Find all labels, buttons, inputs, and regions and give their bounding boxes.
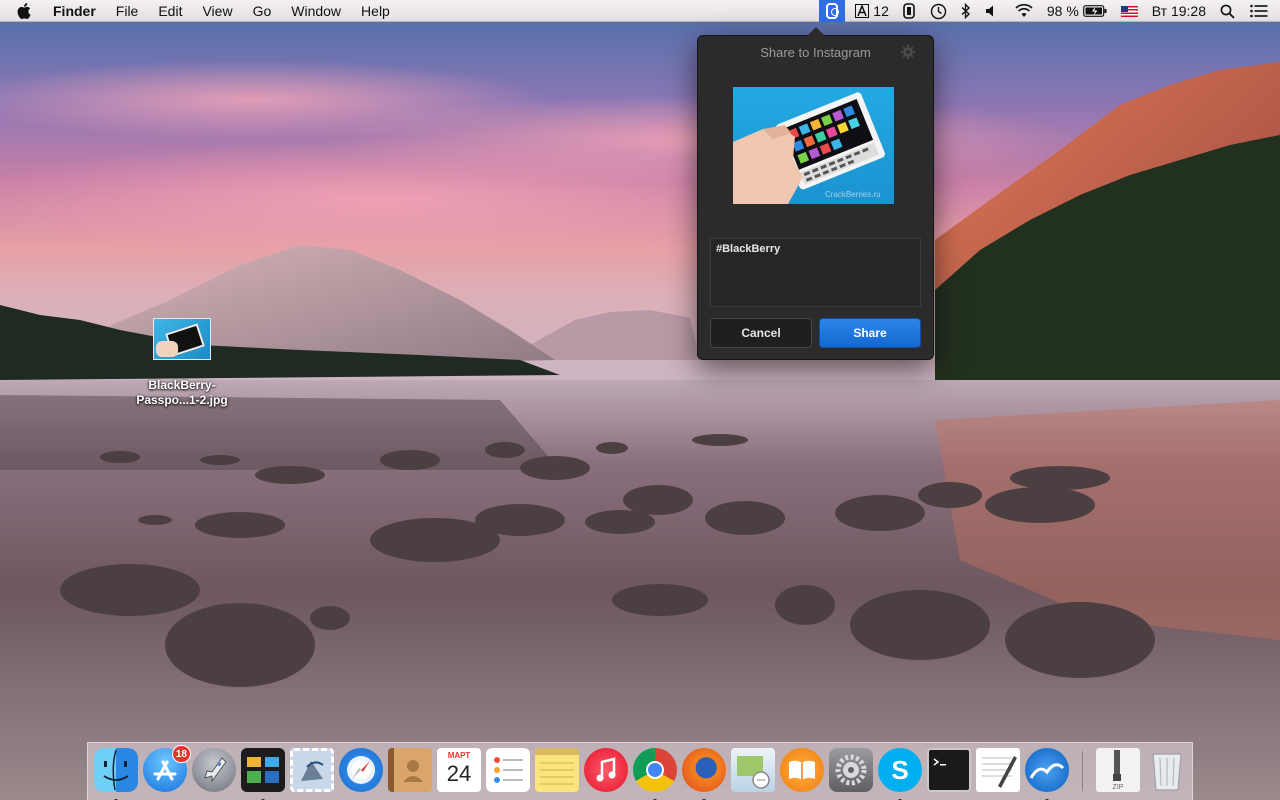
dock-item-textedit[interactable] xyxy=(976,748,1020,792)
preview-icon xyxy=(731,748,775,792)
gear-icon[interactable] xyxy=(901,45,915,59)
file-name-line-2: Passpo...1-2.jpg xyxy=(136,393,228,407)
battery-status[interactable]: 98 % xyxy=(1040,0,1114,22)
archive-icon: ZIP xyxy=(1096,748,1140,792)
dock-item-openoffice[interactable] xyxy=(1025,748,1069,800)
openoffice-icon xyxy=(1025,748,1069,792)
dock-item-notes[interactable] xyxy=(535,748,579,792)
ibooks-icon xyxy=(780,748,824,792)
cancel-button[interactable]: Cancel xyxy=(710,318,812,348)
font-a-icon xyxy=(855,4,870,18)
time-machine-icon[interactable] xyxy=(923,0,954,22)
dock-item-app-store[interactable]: 18 xyxy=(143,745,191,792)
share-button[interactable]: Share xyxy=(819,318,921,348)
share-to-instagram-popover: Share to Instagram CrackBerries.ru #Blac… xyxy=(697,27,934,360)
dock-item-mail[interactable] xyxy=(290,748,334,792)
input-source-count: 12 xyxy=(873,3,889,19)
clock[interactable]: Вт 19:28 xyxy=(1145,0,1213,22)
input-source-status[interactable]: 12 xyxy=(845,0,895,22)
dock-item-ibooks[interactable] xyxy=(780,748,824,792)
mail-icon xyxy=(290,748,334,792)
status-area: 12 98 % Вт 19:28 xyxy=(819,0,1280,22)
firefox-icon xyxy=(682,748,726,792)
menu-app-finder[interactable]: Finder xyxy=(39,0,106,22)
calendar-icon: МАРТ 24 xyxy=(437,748,481,792)
launchpad-icon xyxy=(192,748,236,792)
terminal-icon xyxy=(927,748,971,792)
spotlight-search-icon[interactable] xyxy=(1213,0,1242,22)
calendar-month: МАРТ xyxy=(447,751,471,760)
dock-item-itunes[interactable] xyxy=(584,748,628,792)
dock-item-trash[interactable] xyxy=(1145,748,1189,792)
bluetooth-phone-icon[interactable] xyxy=(895,0,923,22)
mission-control-icon xyxy=(241,748,285,792)
svg-text:ZIP: ZIP xyxy=(1113,784,1124,791)
preview-watermark: CrackBerries.ru xyxy=(825,190,881,199)
dock-item-chrome[interactable] xyxy=(633,748,677,800)
dock-item-mission-control[interactable] xyxy=(241,748,285,800)
menu-edit[interactable]: Edit xyxy=(148,0,192,22)
skype-icon: S xyxy=(878,748,922,792)
textedit-icon xyxy=(976,748,1020,792)
popover-title: Share to Instagram xyxy=(760,45,871,60)
dock-separator xyxy=(1082,751,1083,791)
safari-icon xyxy=(339,748,383,792)
battery-percent: 98 % xyxy=(1046,3,1079,19)
bluetooth-icon[interactable] xyxy=(954,0,978,22)
contacts-icon xyxy=(388,748,432,792)
apple-menu-icon[interactable] xyxy=(17,2,39,19)
dock-item-reminders[interactable] xyxy=(486,748,530,792)
dock-item-launchpad[interactable] xyxy=(192,748,236,792)
photo-preview: CrackBerries.ru xyxy=(733,87,894,204)
wifi-icon[interactable] xyxy=(1008,0,1040,22)
calendar-day: 24 xyxy=(446,761,472,786)
caption-textarea[interactable]: #BlackBerry xyxy=(710,238,921,307)
file-thumbnail xyxy=(153,318,211,360)
app-store-badge: 18 xyxy=(171,745,191,763)
trash-icon xyxy=(1145,748,1189,792)
desktop-file-blackberry-jpg[interactable]: BlackBerry- Passpo...1-2.jpg xyxy=(118,318,246,408)
menu-bar: Finder File Edit View Go Window Help 12 … xyxy=(0,0,1280,22)
dock-item-finder[interactable] xyxy=(94,748,138,800)
finder-icon xyxy=(94,748,138,792)
volume-icon[interactable] xyxy=(978,0,1008,22)
menu-file[interactable]: File xyxy=(106,0,149,22)
dock-item-firefox[interactable] xyxy=(682,748,726,800)
itunes-icon xyxy=(584,748,628,792)
dock-item-archive[interactable]: ZIP xyxy=(1096,748,1140,792)
menu-view[interactable]: View xyxy=(192,0,242,22)
dock-item-calendar[interactable]: МАРТ 24 xyxy=(437,748,481,792)
dock-item-terminal[interactable] xyxy=(927,748,971,792)
popover-arrow xyxy=(807,27,825,36)
dock-item-system-preferences[interactable] xyxy=(829,748,873,792)
battery-icon xyxy=(1082,5,1107,17)
menu-window[interactable]: Window xyxy=(281,0,351,22)
reminders-icon xyxy=(486,748,530,792)
dock-item-safari[interactable] xyxy=(339,748,383,792)
file-name-line-1: BlackBerry- xyxy=(148,378,216,392)
dock-item-skype[interactable]: S xyxy=(878,748,922,800)
chrome-icon xyxy=(633,748,677,792)
svg-text:S: S xyxy=(891,755,908,785)
notes-icon xyxy=(535,748,579,792)
dock: 18 МАРТ 24 S ZIP xyxy=(87,742,1193,800)
menu-go[interactable]: Go xyxy=(243,0,282,22)
file-name: BlackBerry- Passpo...1-2.jpg xyxy=(118,378,246,408)
menu-help[interactable]: Help xyxy=(351,0,400,22)
dock-item-preview[interactable] xyxy=(731,748,775,792)
system-preferences-icon xyxy=(829,748,873,792)
instagram-status-icon[interactable] xyxy=(819,0,846,22)
input-language-flag[interactable] xyxy=(1114,0,1145,22)
us-flag-icon xyxy=(1120,5,1138,17)
dock-item-contacts[interactable] xyxy=(388,748,432,792)
notification-center-icon[interactable] xyxy=(1242,0,1280,22)
